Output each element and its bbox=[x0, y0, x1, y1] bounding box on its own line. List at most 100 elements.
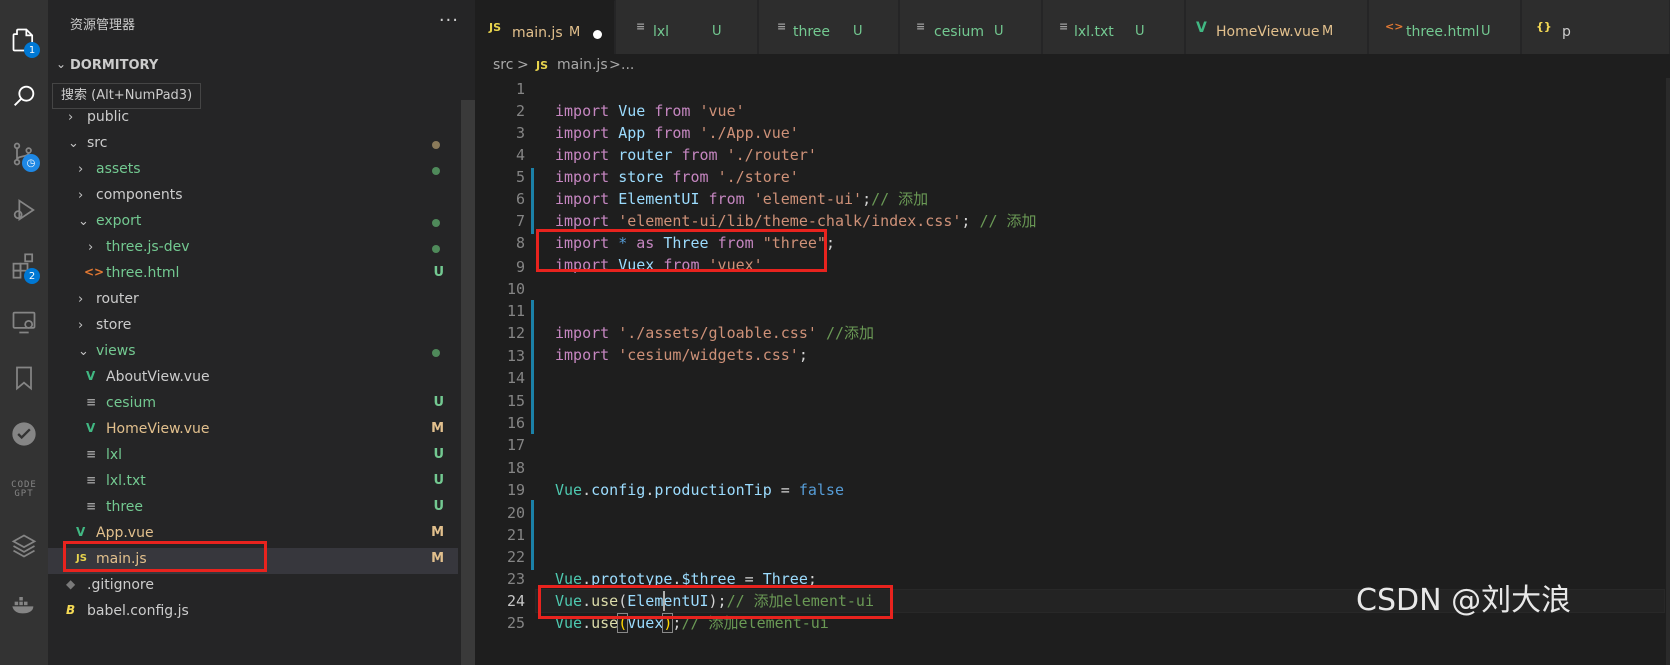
codegpt-icon[interactable]: CODE GPT bbox=[0, 470, 48, 510]
js-file-icon: JS bbox=[536, 59, 549, 72]
tree-item-lxl-txt[interactable]: ≡ lxl.txt U bbox=[48, 470, 458, 496]
editor-scrollbar[interactable] bbox=[1666, 78, 1670, 665]
line-number: 1 bbox=[515, 80, 525, 98]
chevron-down-icon: ⌄ bbox=[68, 136, 79, 151]
chevron-right-icon: › bbox=[88, 240, 94, 255]
text-file-icon: ≡ bbox=[777, 20, 787, 33]
highlight-box-use-vuex bbox=[538, 585, 893, 619]
json-file-icon: {} bbox=[1536, 20, 1552, 33]
activity-bar: 1 ◷ 2 CODE GPT bbox=[0, 0, 48, 665]
untracked-dot bbox=[432, 349, 440, 357]
tab-lxl[interactable]: ≡ lxl U bbox=[616, 0, 758, 54]
line-number: 14 bbox=[506, 369, 525, 387]
tree-item-lxl[interactable]: ≡ lxl U bbox=[48, 444, 458, 470]
layers-icon[interactable] bbox=[0, 526, 48, 566]
line-number: 2 bbox=[515, 102, 525, 120]
chevron-right-icon: › bbox=[68, 110, 74, 125]
line-number: 13 bbox=[506, 347, 525, 365]
html-file-icon: <> bbox=[84, 265, 105, 279]
breadcrumb-separator: > bbox=[517, 57, 529, 73]
chevron-down-icon: ⌄ bbox=[78, 214, 89, 229]
highlight-box-main-js bbox=[63, 541, 267, 572]
line-number: 11 bbox=[506, 302, 525, 320]
line-number: 19 bbox=[506, 481, 525, 499]
tab-homeview[interactable]: V HomeView.vue M bbox=[1186, 0, 1368, 54]
breadcrumb-file[interactable]: main.js bbox=[557, 57, 608, 73]
tree-item-export[interactable]: ⌄ export bbox=[48, 210, 458, 236]
line-number: 16 bbox=[506, 414, 525, 432]
line-number: 10 bbox=[506, 280, 525, 298]
chevron-down-icon: ⌄ bbox=[78, 344, 89, 359]
vue-file-icon: V bbox=[76, 525, 86, 539]
source-control-icon[interactable]: ◷ bbox=[0, 134, 48, 174]
check-icon[interactable] bbox=[0, 414, 48, 454]
line-number: 18 bbox=[506, 459, 525, 477]
tree-item-three[interactable]: ≡ three U bbox=[48, 496, 458, 522]
search-tooltip: 搜索 (Alt+NumPad3) bbox=[52, 83, 202, 109]
text-file-icon: ≡ bbox=[86, 447, 97, 461]
js-file-icon: JS bbox=[489, 21, 502, 34]
line-number: 24 bbox=[506, 592, 525, 610]
tree-item-router[interactable]: › router bbox=[48, 288, 458, 314]
tree-item-three-html[interactable]: <> three.html U bbox=[48, 262, 458, 288]
tab-lxl-txt[interactable]: ≡ lxl.txt U bbox=[1043, 0, 1185, 54]
tree-item-babel-config[interactable]: B babel.config.js bbox=[48, 600, 458, 626]
workspace-title: DORMITORY bbox=[70, 58, 159, 73]
chevron-right-icon: › bbox=[78, 292, 84, 307]
text-file-icon: ≡ bbox=[1059, 20, 1069, 33]
line-number: 23 bbox=[506, 570, 525, 588]
git-file-icon: ◆ bbox=[66, 577, 76, 591]
tab-three[interactable]: ≡ three U bbox=[759, 0, 899, 54]
tree-item-aboutview[interactable]: V AboutView.vue bbox=[48, 366, 458, 392]
text-file-icon: ≡ bbox=[86, 473, 97, 487]
line-number: 21 bbox=[506, 526, 525, 544]
breadcrumb-folder[interactable]: src bbox=[493, 57, 513, 73]
modified-dot bbox=[432, 141, 440, 149]
line-number: 17 bbox=[506, 436, 525, 454]
bookmark-icon[interactable] bbox=[0, 358, 48, 398]
line-number: 7 bbox=[515, 212, 525, 230]
watermark: CSDN @刘大浪 bbox=[1356, 583, 1572, 618]
tree-item-assets[interactable]: › assets bbox=[48, 158, 458, 184]
tab-main-js[interactable]: JS main.js M bbox=[475, 0, 615, 54]
tree-item-src[interactable]: ⌄ src bbox=[48, 132, 458, 158]
chevron-right-icon: › bbox=[78, 162, 84, 177]
line-number: 12 bbox=[506, 324, 525, 342]
search-icon[interactable] bbox=[0, 76, 48, 116]
chevron-down-icon: ⌄ bbox=[56, 57, 67, 71]
tab-cesium[interactable]: ≡ cesium U bbox=[900, 0, 1042, 54]
line-number: 3 bbox=[515, 124, 525, 142]
docker-icon[interactable] bbox=[0, 584, 48, 624]
tree-item-public[interactable]: › public bbox=[48, 106, 458, 132]
line-number: 4 bbox=[515, 146, 525, 164]
unsaved-dot[interactable] bbox=[593, 30, 602, 39]
tree-item-homeview[interactable]: V HomeView.vue M bbox=[48, 418, 458, 444]
line-number: 8 bbox=[515, 234, 525, 252]
tab-bar: JS main.js M ≡ lxl U ≡ three U ≡ cesium … bbox=[475, 0, 1670, 54]
line-number: 22 bbox=[506, 548, 525, 566]
tree-item-store[interactable]: › store bbox=[48, 314, 458, 340]
extensions-icon[interactable]: 2 bbox=[0, 246, 48, 286]
untracked-dot bbox=[432, 167, 440, 175]
tree-item-three-js-dev[interactable]: › three.js-dev bbox=[48, 236, 458, 262]
more-actions-button[interactable]: ··· bbox=[439, 10, 459, 31]
text-file-icon: ≡ bbox=[916, 20, 926, 33]
tree-item-views[interactable]: ⌄ views bbox=[48, 340, 458, 366]
html-file-icon: <> bbox=[1385, 20, 1404, 33]
untracked-dot bbox=[432, 245, 440, 253]
sidebar-scrollbar[interactable] bbox=[461, 100, 475, 665]
remote-explorer-icon[interactable] bbox=[0, 302, 48, 342]
tree-item-components[interactable]: › components bbox=[48, 184, 458, 210]
workspace-header[interactable]: ⌄ DORMITORY bbox=[48, 54, 475, 78]
tab-three-html[interactable]: <> three.html U bbox=[1369, 0, 1521, 54]
text-file-icon: ≡ bbox=[86, 499, 97, 513]
breadcrumb-separator: > bbox=[609, 57, 621, 73]
explorer-icon[interactable]: 1 bbox=[0, 20, 48, 60]
run-debug-icon[interactable] bbox=[0, 190, 48, 230]
vue-file-icon: V bbox=[1196, 20, 1207, 36]
text-file-icon: ≡ bbox=[86, 395, 97, 409]
tab-json[interactable]: {} p bbox=[1522, 0, 1670, 54]
breadcrumb-more[interactable]: ... bbox=[621, 57, 634, 73]
tree-item-cesium[interactable]: ≡ cesium U bbox=[48, 392, 458, 418]
tree-item-gitignore[interactable]: ◆ .gitignore bbox=[48, 574, 458, 600]
